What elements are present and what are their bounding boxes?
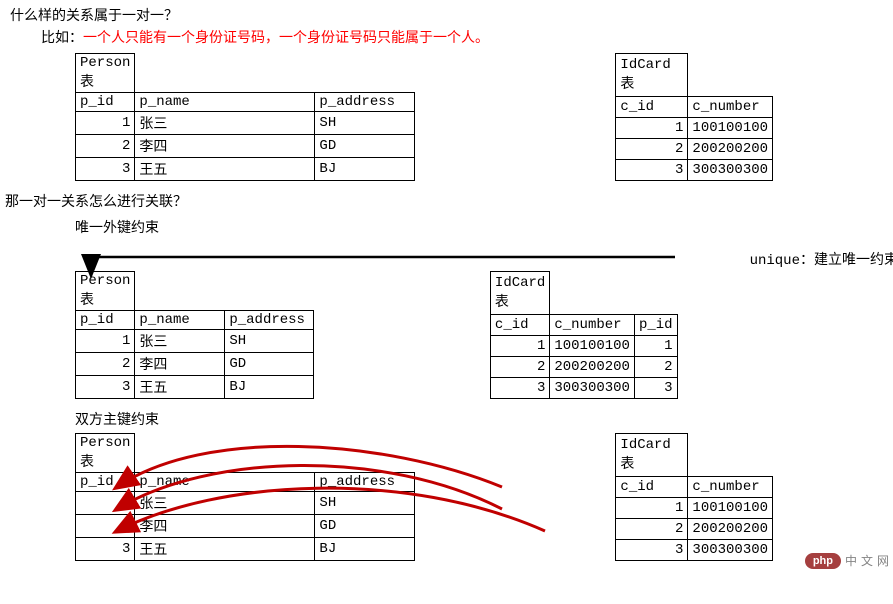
tables-row-2: Person表 p_id p_name p_address 1张三SH 2李四G… bbox=[75, 271, 893, 399]
subtitle-unique-fk: 唯一外键约束 bbox=[75, 217, 893, 237]
table-row: 33003003003 bbox=[490, 377, 677, 398]
table-row: 1100100100 bbox=[616, 498, 773, 519]
table-row: 2李四GD bbox=[76, 353, 314, 376]
idcard-hdr-id: c_id bbox=[616, 97, 688, 118]
tables-row-3: Person表 p_id p_name p_address 1张三SH 2李四G… bbox=[75, 433, 893, 561]
person-table-2: Person表 p_id p_name p_address 1张三SH 2李四G… bbox=[75, 271, 314, 399]
table-row: 3300300300 bbox=[616, 539, 773, 560]
example-prefix: 比如： bbox=[41, 29, 83, 45]
watermark-badge: php bbox=[805, 553, 841, 569]
idcard-table-1: IdCard表 c_id c_number 1100100100 2200200… bbox=[615, 53, 773, 181]
table-row: 22002002002 bbox=[490, 357, 677, 378]
question-2: 那一对一关系怎么进行关联？ bbox=[5, 191, 893, 211]
idcard-hdr-number: c_number bbox=[688, 97, 773, 118]
table-row: 11001001001 bbox=[490, 336, 677, 357]
section-both-pk: 双方主键约束 Person表 p_id p_name p_address 1张三… bbox=[5, 409, 893, 561]
table-row: 2200200200 bbox=[616, 519, 773, 540]
subtitle-both-pk: 双方主键约束 bbox=[75, 409, 893, 429]
watermark: php 中文网 bbox=[805, 552, 893, 569]
table-row: 3王五BJ bbox=[76, 376, 314, 399]
table-row: 2200200200 bbox=[616, 139, 773, 160]
tables-row-1: Person表 p_id p_name p_address 1张三SH 2李四G… bbox=[75, 53, 893, 181]
table-row: 3300300300 bbox=[616, 159, 773, 180]
table-row: 2李四GD bbox=[76, 515, 415, 538]
table-row: 3王五BJ bbox=[76, 158, 415, 181]
table-row: 1100100100 bbox=[616, 118, 773, 139]
question-1: 什么样的关系属于一对一？ bbox=[10, 5, 893, 25]
idcard-title: IdCard表 bbox=[616, 54, 688, 97]
example-line: 比如：一个人只能有一个身份证号码，一个身份证号码只能属于一个人。 bbox=[41, 27, 893, 47]
person-table-1: Person表 p_id p_name p_address 1张三SH 2李四G… bbox=[75, 53, 415, 181]
person-hdr-address: p_address bbox=[315, 93, 415, 112]
watermark-text: 中文网 bbox=[845, 552, 893, 569]
person-title: Person表 bbox=[76, 54, 135, 93]
person-table-3: Person表 p_id p_name p_address 1张三SH 2李四G… bbox=[75, 433, 415, 561]
section-unique-fk: 唯一外键约束 Person表 p_id p_name p_address 1张三… bbox=[5, 217, 893, 399]
person-hdr-name: p_name bbox=[135, 93, 315, 112]
table-row: 1张三SH bbox=[76, 492, 415, 515]
table-row: 3王五BJ bbox=[76, 538, 415, 561]
person-hdr-id: p_id bbox=[76, 93, 135, 112]
table-row: 1张三SH bbox=[76, 112, 415, 135]
idcard-table-2: IdCard表 c_id c_number p_id 11001001001 2… bbox=[490, 271, 678, 399]
table-row: 1张三SH bbox=[76, 330, 314, 353]
idcard-table-3: IdCard表 c_id c_number 1100100100 2200200… bbox=[615, 433, 773, 561]
example-red-text: 一个人只能有一个身份证号码，一个身份证号码只能属于一个人。 bbox=[83, 29, 489, 45]
unique-note: unique：建立唯一约束 bbox=[750, 249, 893, 399]
table-row: 2李四GD bbox=[76, 135, 415, 158]
